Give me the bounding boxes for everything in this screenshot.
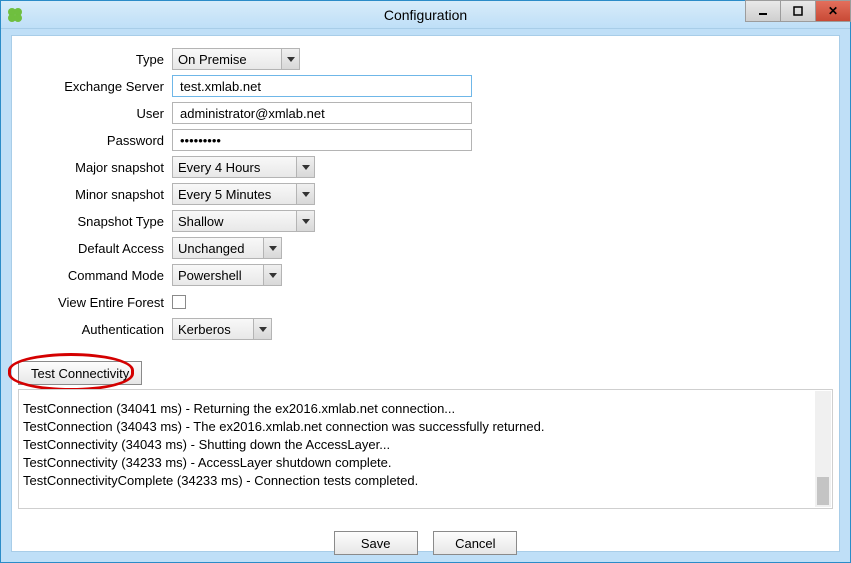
window-title: Configuration xyxy=(1,7,850,23)
save-button[interactable]: Save xyxy=(334,531,418,555)
password-field[interactable] xyxy=(172,129,472,151)
app-icon xyxy=(1,7,29,23)
command-mode-combo[interactable]: Powershell xyxy=(172,264,282,286)
test-connectivity-button[interactable]: Test Connectivity xyxy=(18,361,142,385)
titlebar[interactable]: Configuration ✕ xyxy=(1,1,850,29)
type-value: On Premise xyxy=(178,52,247,67)
log-output: TestConnection (34041 ms) - Returning th… xyxy=(18,389,833,509)
footer-buttons: Save Cancel xyxy=(12,531,839,555)
scroll-thumb[interactable] xyxy=(817,477,829,505)
log-line: TestConnectivity (34233 ms) - AccessLaye… xyxy=(23,454,814,472)
password-label: Password xyxy=(22,133,172,148)
chevron-down-icon[interactable] xyxy=(263,238,281,258)
default-access-value: Unchanged xyxy=(178,241,245,256)
default-access-combo[interactable]: Unchanged xyxy=(172,237,282,259)
command-mode-value: Powershell xyxy=(178,268,242,283)
snapshot-type-value: Shallow xyxy=(178,214,224,229)
chevron-down-icon[interactable] xyxy=(296,157,314,177)
type-combo[interactable]: On Premise xyxy=(172,48,300,70)
major-snapshot-label: Major snapshot xyxy=(22,160,172,175)
chevron-down-icon[interactable] xyxy=(296,184,314,204)
snapshot-type-label: Snapshot Type xyxy=(22,214,172,229)
chevron-down-icon[interactable] xyxy=(253,319,271,339)
authentication-combo[interactable]: Kerberos xyxy=(172,318,272,340)
minor-snapshot-value: Every 5 Minutes xyxy=(178,187,271,202)
user-input[interactable] xyxy=(178,105,466,122)
authentication-value: Kerberos xyxy=(178,322,231,337)
minor-snapshot-label: Minor snapshot xyxy=(22,187,172,202)
view-entire-forest-checkbox[interactable] xyxy=(172,295,186,309)
configuration-form: Type On Premise Exchange Server User xyxy=(12,36,839,342)
exchange-server-input[interactable] xyxy=(178,78,466,95)
exchange-server-field[interactable] xyxy=(172,75,472,97)
log-scrollbar[interactable] xyxy=(815,391,831,507)
maximize-button[interactable] xyxy=(780,0,816,22)
command-mode-label: Command Mode xyxy=(22,268,172,283)
snapshot-type-combo[interactable]: Shallow xyxy=(172,210,315,232)
log-line: TestConnectivity (34043 ms) - Shutting d… xyxy=(23,436,814,454)
log-line: TestConnectivityComplete (34233 ms) - Co… xyxy=(23,472,814,490)
password-input[interactable] xyxy=(178,132,466,149)
major-snapshot-value: Every 4 Hours xyxy=(178,160,260,175)
exchange-server-label: Exchange Server xyxy=(22,79,172,94)
log-line: TestConnection (34041 ms) - Returning th… xyxy=(23,400,814,418)
authentication-label: Authentication xyxy=(22,322,172,337)
minimize-button[interactable] xyxy=(745,0,781,22)
chevron-down-icon[interactable] xyxy=(263,265,281,285)
type-label: Type xyxy=(22,52,172,67)
minor-snapshot-combo[interactable]: Every 5 Minutes xyxy=(172,183,315,205)
view-entire-forest-label: View Entire Forest xyxy=(22,295,172,310)
cancel-button[interactable]: Cancel xyxy=(433,531,517,555)
chevron-down-icon[interactable] xyxy=(296,211,314,231)
default-access-label: Default Access xyxy=(22,241,172,256)
user-label: User xyxy=(22,106,172,121)
log-line: TestConnection (34043 ms) - The ex2016.x… xyxy=(23,418,814,436)
window-frame: Configuration ✕ Type On Premise Exchange… xyxy=(0,0,851,563)
close-button[interactable]: ✕ xyxy=(815,0,851,22)
chevron-down-icon[interactable] xyxy=(281,49,299,69)
user-field[interactable] xyxy=(172,102,472,124)
major-snapshot-combo[interactable]: Every 4 Hours xyxy=(172,156,315,178)
client-area: Type On Premise Exchange Server User xyxy=(11,35,840,552)
log-line xyxy=(23,392,814,400)
